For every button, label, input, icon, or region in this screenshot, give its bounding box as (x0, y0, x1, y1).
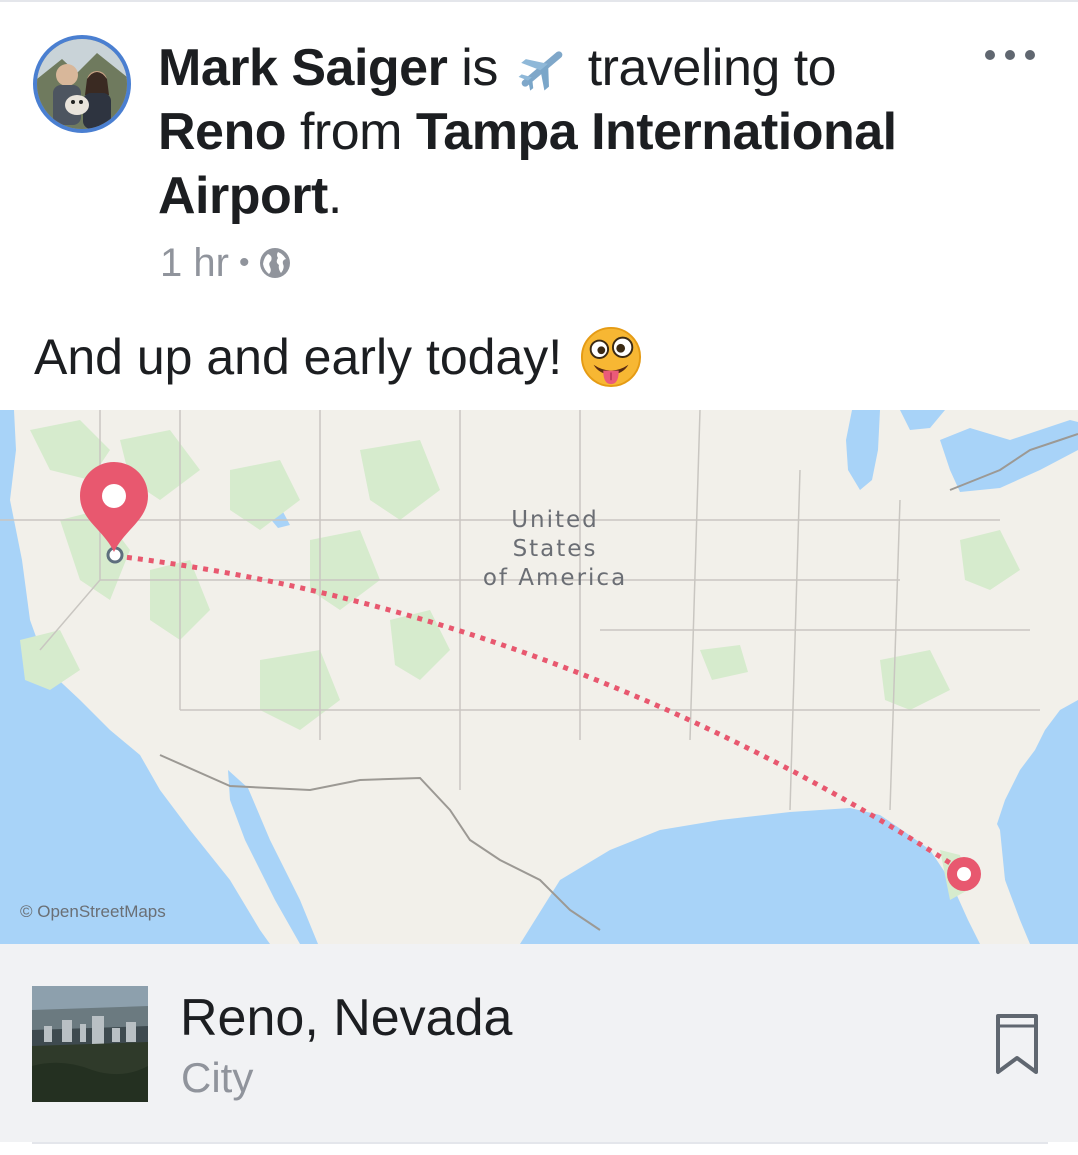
more-dot-icon (1005, 50, 1015, 60)
more-dot-icon (1025, 50, 1035, 60)
lake-michigan (846, 410, 880, 490)
bookmark-icon[interactable] (994, 1012, 1040, 1076)
destination-link[interactable]: Reno (158, 103, 287, 161)
author-name-link[interactable]: Mark Saiger (158, 39, 448, 97)
author-avatar[interactable] (33, 35, 131, 133)
country-label-line: of America (482, 565, 628, 591)
bottom-divider (32, 1142, 1048, 1144)
lake-erie-ontario (940, 420, 1078, 492)
map-background (0, 410, 1078, 944)
place-name[interactable]: Reno, Nevada (180, 988, 512, 1048)
country-label: United States of America (480, 506, 630, 593)
post-message: And up and early today! (34, 322, 642, 392)
place-card[interactable]: Reno, Nevada City (0, 944, 1078, 1142)
post-headline: Mark Saiger is traveling to Reno from Ta… (158, 36, 958, 228)
origin-marker[interactable] (947, 857, 981, 891)
place-thumbnail (32, 986, 148, 1102)
airplane-icon (518, 51, 563, 91)
top-divider (0, 0, 1078, 2)
headline-period: . (327, 167, 342, 225)
globe-icon[interactable] (259, 247, 291, 279)
avatar-photo (37, 39, 127, 129)
city-photo (32, 986, 148, 1102)
post-timestamp[interactable]: 1 hr (160, 241, 229, 286)
more-dot-icon (985, 50, 995, 60)
map-attribution[interactable]: © OpenStreetMaps (20, 902, 166, 922)
headline-is: is (461, 39, 498, 97)
place-type: City (181, 1054, 254, 1101)
headline-from: from (299, 103, 403, 161)
more-options-button[interactable] (985, 40, 1035, 70)
headline-activity: traveling to (587, 39, 837, 97)
post-meta: 1 hr • (160, 238, 291, 288)
country-label-line: States (512, 536, 598, 562)
crazy-face-emoji-icon (581, 326, 642, 388)
country-label-line: United (511, 507, 599, 533)
lake-huron (900, 410, 945, 430)
post-message-text: And up and early today! (34, 329, 563, 385)
meta-separator: • (238, 246, 250, 279)
route-map[interactable]: United States of America (0, 410, 1078, 944)
